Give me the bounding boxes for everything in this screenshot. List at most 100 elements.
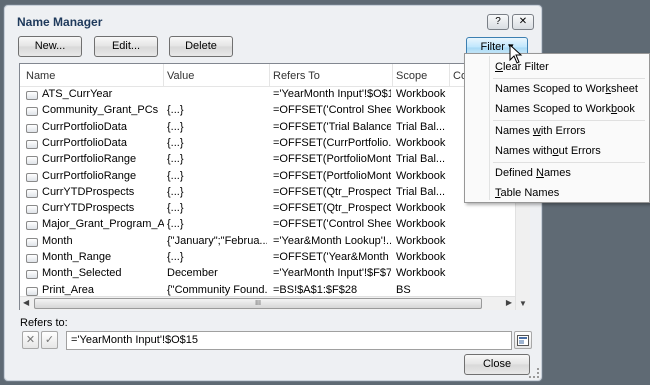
named-range-icon <box>26 205 38 215</box>
scroll-thumb-grip: III <box>255 300 261 307</box>
table-row[interactable]: CurrPortfolioData {...} =OFFSET('Trial Bal… <box>20 120 520 136</box>
cell-name: CurrPortfolioData <box>42 120 127 133</box>
resize-grip[interactable] <box>529 368 539 378</box>
list-header: Name Value Refers To Scope Co <box>20 64 529 87</box>
cell-name: Month <box>42 234 73 247</box>
cell-value: December <box>167 267 218 280</box>
edit-button[interactable]: Edit... <box>94 36 158 57</box>
cell-scope: Trial Bal... <box>396 153 446 166</box>
cell-name: Community_Grant_PCs <box>42 104 159 117</box>
collapse-dialog-icon <box>517 335 529 346</box>
cell-refers-to: =OFFSET('Trial Balance ... <box>273 120 391 133</box>
help-button[interactable]: ? <box>487 14 509 30</box>
dialog-title: Name Manager <box>17 15 103 29</box>
collapse-dialog-button[interactable] <box>514 331 532 349</box>
cell-scope: Workbook <box>396 267 446 280</box>
new-button[interactable]: New... <box>18 36 82 57</box>
column-header-name[interactable]: Name <box>26 70 55 82</box>
cell-value: {...} <box>167 153 184 166</box>
cell-name: Month_Range <box>42 251 112 263</box>
confirm-edit-button[interactable]: ✓ <box>41 331 58 349</box>
menu-separator <box>493 78 645 79</box>
column-header-refers-to[interactable]: Refers To <box>273 70 320 82</box>
menu-item-defined-names[interactable]: Defined Names <box>495 167 571 179</box>
table-row[interactable]: Community_Grant_PCs {...} =OFFSET('Control… <box>20 103 520 119</box>
scroll-left-icon[interactable]: ◀ <box>23 298 29 307</box>
cell-scope: Trial Bal... <box>396 185 446 198</box>
scroll-right-icon[interactable]: ▶ <box>506 298 512 307</box>
filter-button-label: Filter <box>480 41 505 53</box>
column-divider <box>392 64 393 86</box>
close-icon: ✕ <box>518 16 528 27</box>
named-range-icon <box>26 188 38 198</box>
named-range-icon <box>26 286 38 296</box>
table-row[interactable]: Major_Grant_Program_A... {...} =OFFSET('Co… <box>20 217 520 233</box>
menu-item-names-without-errors[interactable]: Names without Errors <box>495 145 601 157</box>
cell-scope: Workbook <box>396 88 446 100</box>
close-window-button[interactable]: ✕ <box>512 14 534 30</box>
cancel-edit-button[interactable]: ✕ <box>22 331 39 349</box>
cell-refers-to: ='YearMonth Input'!$O$15 <box>273 88 391 100</box>
named-range-icon <box>26 139 38 149</box>
close-button[interactable]: Close <box>464 354 530 375</box>
names-list[interactable]: Name Value Refers To Scope Co ATS_CurrYe… <box>19 63 530 310</box>
cell-value: {"January";"Februa... <box>167 234 267 247</box>
column-header-value[interactable]: Value <box>167 70 194 82</box>
menu-item-names-scoped-to-worksheet[interactable]: Names Scoped to Worksheet <box>495 83 638 95</box>
horizontal-scrollbar[interactable]: ◀ III ▶ <box>20 296 515 310</box>
cancel-x-icon: ✕ <box>25 334 36 346</box>
named-range-icon <box>26 221 38 231</box>
scroll-down-icon[interactable]: ▼ <box>519 299 527 308</box>
table-row[interactable]: CurrPortfolioRange {...} =OFFSET(Portfolio… <box>20 152 520 168</box>
new-button-label: New... <box>34 40 66 52</box>
cell-scope: Workbook <box>396 218 446 231</box>
column-divider <box>163 64 164 86</box>
named-range-icon <box>26 123 38 133</box>
menu-separator <box>493 162 645 163</box>
delete-button-label: Delete <box>185 40 217 52</box>
column-divider <box>449 64 450 86</box>
cell-refers-to: ='YearMonth Input'!$F$7 <box>273 267 391 280</box>
named-range-icon <box>26 270 38 280</box>
table-row[interactable]: CurrPortfolioRange {...} =OFFSET(Portfolio… <box>20 169 520 185</box>
cell-name: CurrPortfolioRange <box>42 169 137 182</box>
table-row[interactable]: CurrYTDProspects {...} =OFFSET(Qtr_Prospec… <box>20 201 520 217</box>
cell-refers-to: =BS!$A$1:$F$28 <box>273 283 358 296</box>
table-row[interactable]: CurrYTDProspects {...} =OFFSET(Qtr_Prospec… <box>20 185 520 201</box>
cell-value: {...} <box>167 104 184 117</box>
cell-name: Print_Area <box>42 283 94 296</box>
table-row[interactable]: Month_Selected December ='YearMonth Input'… <box>20 266 520 282</box>
named-range-icon <box>26 254 38 263</box>
menu-item-names-with-errors[interactable]: Names with Errors <box>495 125 585 137</box>
cell-value: {"Community Found... <box>167 283 267 296</box>
menu-item-names-scoped-to-workbook[interactable]: Names Scoped to Workbook <box>495 103 635 115</box>
table-row[interactable]: ATS_CurrYear ='YearMonth Input'!$O$15 Work… <box>20 87 520 103</box>
cell-scope: Workbook <box>396 136 446 149</box>
cell-name: Major_Grant_Program_A... <box>42 218 164 231</box>
refers-to-label: Refers to: <box>20 317 68 329</box>
cell-name: CurrYTDProspects <box>42 202 135 215</box>
table-row[interactable]: Month_Range {...} =OFFSET('Year&Month ... W… <box>20 250 520 266</box>
scroll-thumb[interactable]: III <box>34 298 482 309</box>
checkmark-icon: ✓ <box>44 334 55 346</box>
cell-value: {...} <box>167 120 184 133</box>
table-row[interactable]: CurrPortfolioData {...} =OFFSET(CurrPortfo… <box>20 136 520 152</box>
cell-scope: Workbook <box>396 251 446 263</box>
column-header-scope[interactable]: Scope <box>396 70 427 82</box>
cell-refers-to: ='Year&Month Lookup'!... <box>273 234 391 247</box>
cell-value: {...} <box>167 169 184 182</box>
column-divider <box>269 64 270 86</box>
refers-to-input[interactable]: ='YearMonth Input'!$O$15 <box>66 331 512 350</box>
menu-item-table-names[interactable]: Table Names <box>495 187 559 199</box>
named-range-icon <box>26 107 38 117</box>
named-range-icon <box>26 156 38 166</box>
cell-refers-to: =OFFSET(CurrPortfolio... <box>273 136 391 149</box>
delete-button[interactable]: Delete <box>169 36 233 57</box>
table-row[interactable]: Month {"January";"Februa... ='Year&Month L… <box>20 234 520 250</box>
cell-scope: Workbook <box>396 202 446 215</box>
cell-refers-to: =OFFSET('Year&Month ... <box>273 251 391 263</box>
cell-name: ATS_CurrYear <box>42 88 113 100</box>
filter-menu: Clear Filter Names Scoped to Worksheet N… <box>464 53 650 203</box>
cell-value: {...} <box>167 202 184 215</box>
mouse-cursor-icon <box>509 44 523 64</box>
